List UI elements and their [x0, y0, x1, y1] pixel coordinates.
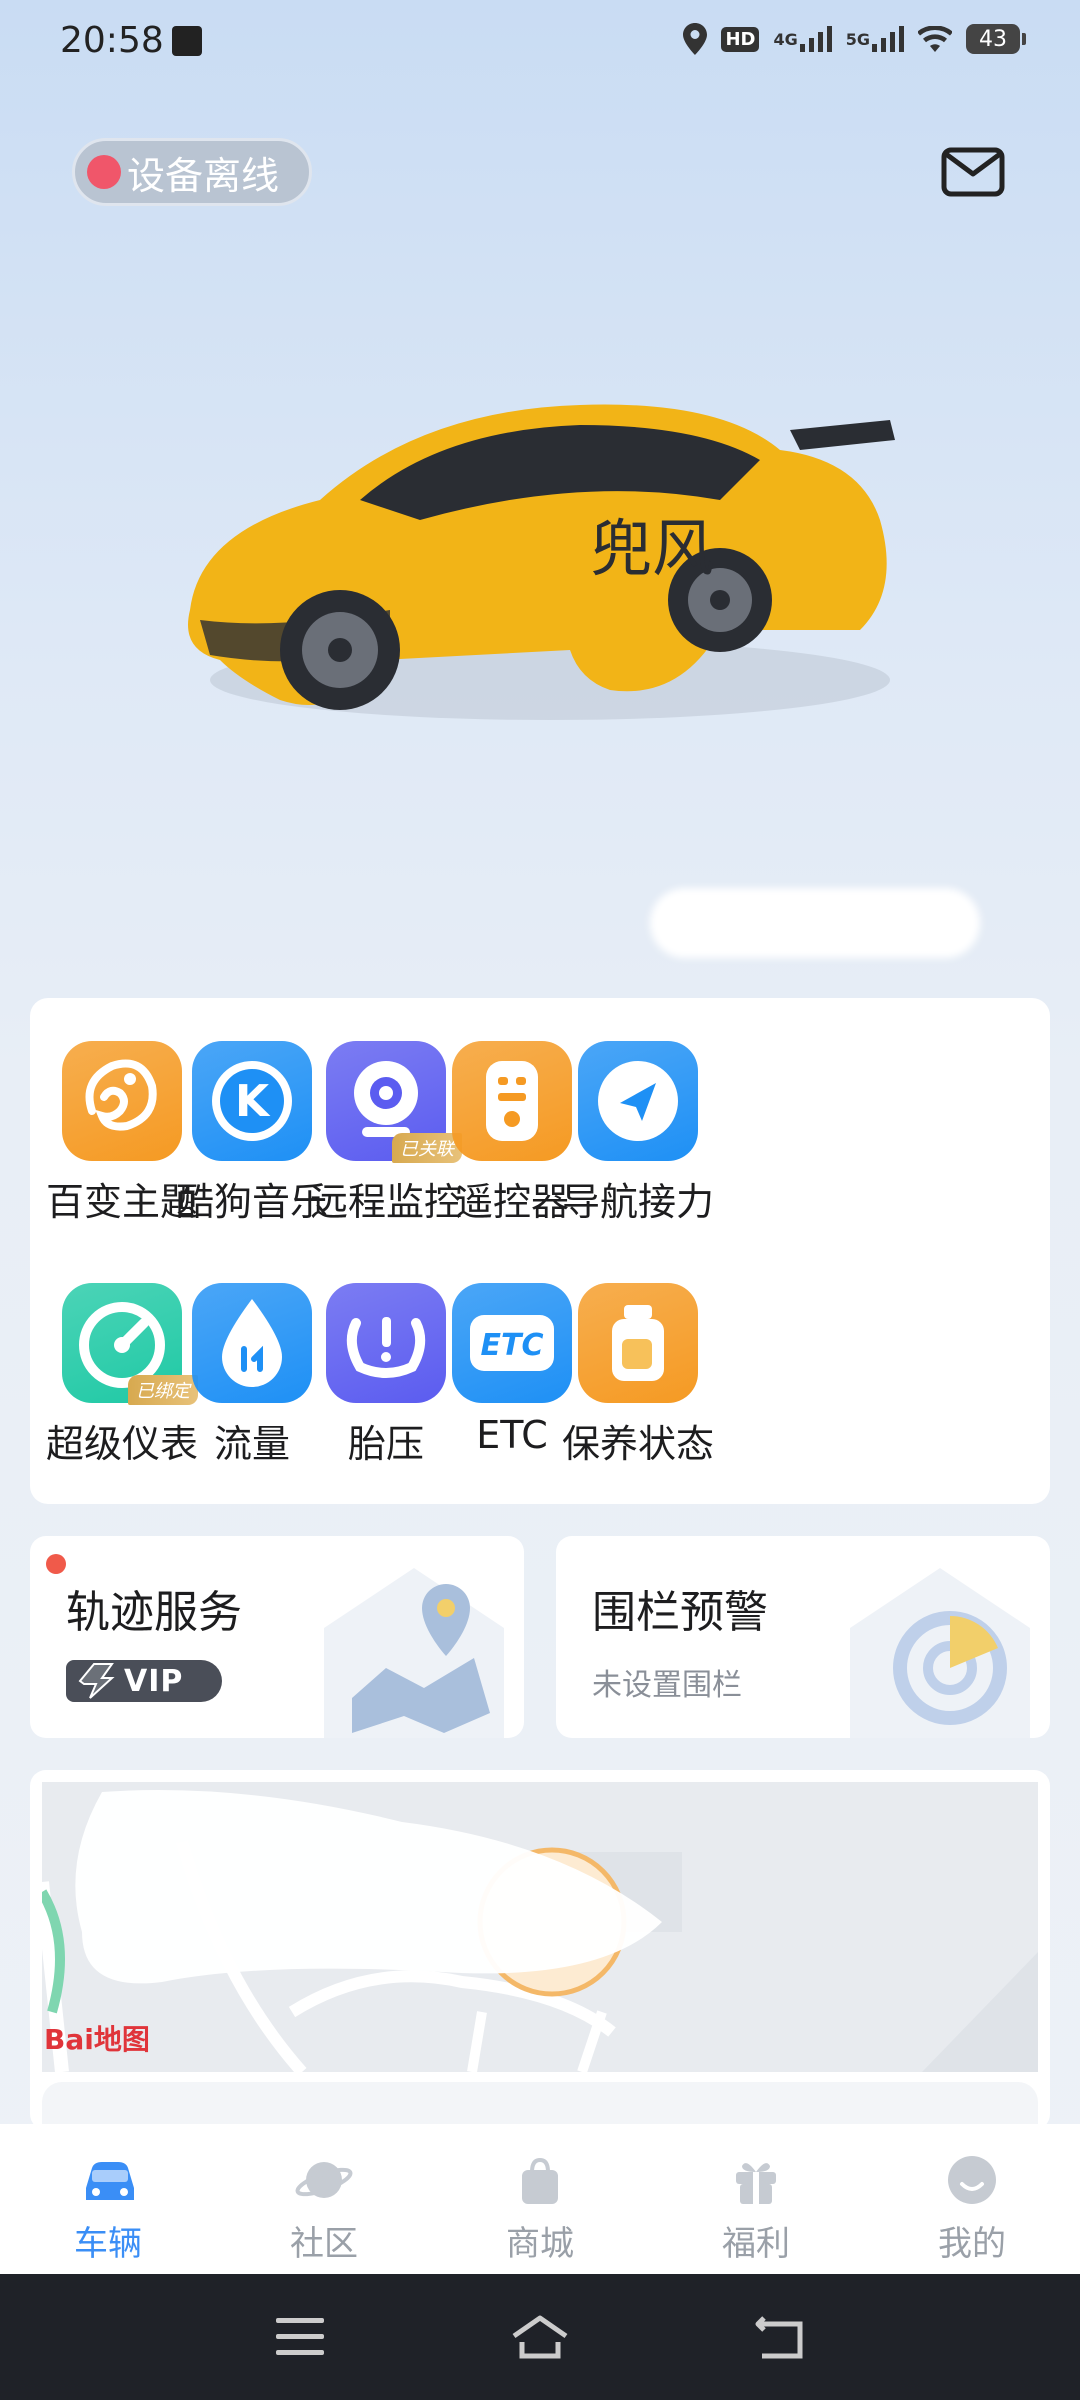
feature-grid: 百变主题 K 酷狗音乐 已关联 远程监控 遥控器 导航接力 已绑定 超级仪表 流量 胎压 ETC ETC…: [30, 998, 1050, 1504]
status-time: 20:58: [60, 20, 164, 61]
back-icon[interactable]: [750, 2312, 810, 2362]
wifi-icon: [918, 22, 952, 56]
nav-item-3[interactable]: 福利: [648, 2124, 864, 2274]
track-service-title: 轨迹服务: [66, 1587, 242, 1638]
feature-item-9[interactable]: 保养状态: [538, 1282, 738, 1468]
device-status-pill[interactable]: 设备离线: [72, 138, 312, 206]
system-nav-bar: [0, 2274, 1080, 2400]
feature-label: 保养状态: [561, 1421, 714, 1466]
track-service-card[interactable]: 轨迹服务 VIP: [30, 1536, 524, 1738]
device-status-label: 设备离线: [127, 153, 280, 198]
nav-label: 社区: [290, 2224, 358, 2264]
nav-label: 福利: [722, 2224, 790, 2264]
nav-item-2[interactable]: 商城: [432, 2124, 648, 2274]
nav-item-0[interactable]: 车辆: [0, 2124, 216, 2274]
location-icon: [683, 22, 708, 56]
nav-label: 商城: [506, 2224, 574, 2264]
fence-warning-subtitle: 未设置围栏: [592, 1668, 742, 1703]
shopping-bag-icon: [522, 2157, 558, 2204]
nav-item-1[interactable]: 社区: [216, 2124, 432, 2274]
car-icon: [86, 2162, 134, 2200]
signal-4g-label: 4G: [773, 29, 798, 49]
car-decal: 兜风: [590, 512, 714, 585]
vip-label: VIP: [124, 1663, 184, 1699]
battery-icon: 43: [966, 24, 1026, 54]
feature-item-4[interactable]: 导航接力: [538, 1040, 738, 1226]
car-image: 兜风: [160, 380, 940, 740]
navigation-icon: [578, 1040, 698, 1161]
nav-item-4[interactable]: 我的: [864, 2124, 1080, 2274]
profile-icon: [948, 2156, 996, 2204]
feature-card: 百变主题 K 酷狗音乐 已关联 远程监控 遥控器 导航接力 已绑定 超级仪表 流量 胎压 ETC ETC…: [30, 998, 1050, 1504]
bolt-icon: [78, 1663, 115, 1699]
vip-badge: VIP: [66, 1660, 222, 1702]
radar-illustration: [850, 1568, 1030, 1738]
map-provider-logo: Bai地图: [44, 2023, 150, 2056]
signal-5g-icon: 5G: [846, 22, 904, 56]
bottom-nav: 车辆 社区 商城 福利 我的: [0, 2124, 1080, 2274]
redacted-plate: [650, 888, 980, 958]
map-view[interactable]: [42, 1782, 1038, 2072]
hd-label: HD: [721, 26, 760, 52]
nav-label: 我的: [938, 2224, 1006, 2264]
menu-icon[interactable]: [270, 2312, 330, 2362]
planet-icon: [295, 2162, 353, 2198]
home-icon[interactable]: [510, 2312, 570, 2362]
oil-can-icon: [578, 1282, 698, 1403]
fence-warning-title: 围栏预警: [592, 1587, 768, 1638]
map-card[interactable]: [30, 1770, 1050, 2130]
notification-dot: [46, 1554, 66, 1574]
map-info-panel: [42, 2082, 1038, 2130]
status-bar: 20:58 HD 4G 5G 43: [0, 0, 1080, 80]
nav-label: 车辆: [74, 2224, 142, 2264]
fence-warning-card[interactable]: 围栏预警 未设置围栏: [556, 1536, 1050, 1738]
status-icons: HD 4G 5G 43: [683, 22, 1026, 56]
mail-icon[interactable]: [940, 146, 1006, 198]
signal-4g-icon: 4G: [773, 22, 832, 56]
offline-status-dot: [87, 155, 121, 189]
notification-app-icon: [172, 26, 202, 56]
gift-icon: [736, 2163, 776, 2204]
signal-5g-label: 5G: [845, 29, 870, 49]
svg-text:K: K: [235, 1076, 271, 1127]
svg-text:ETC: ETC: [481, 1328, 544, 1363]
map-pin-illustration: [324, 1568, 504, 1738]
hd-icon: HD: [721, 22, 760, 56]
feature-label: 导航接力: [561, 1179, 714, 1224]
